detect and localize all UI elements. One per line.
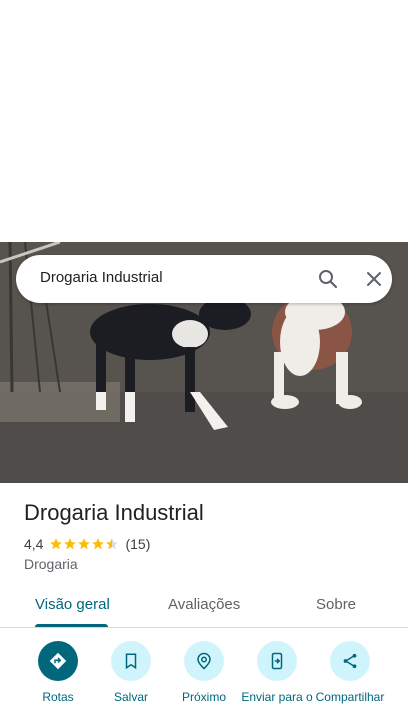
tab-overview[interactable]: Visão geral: [35, 596, 110, 613]
send-to-phone-button[interactable]: Enviar para o: [237, 641, 317, 704]
nearby-label: Próximo: [181, 690, 226, 704]
star-icon: [92, 538, 105, 550]
place-category: Drogaria: [24, 556, 78, 572]
rating-row[interactable]: 4,4 (15): [24, 536, 150, 552]
star-icon: [64, 538, 77, 550]
active-tab-indicator: [35, 624, 108, 627]
nearby-icon: [197, 652, 211, 670]
star-icon: [78, 538, 91, 550]
send-to-phone-label: Enviar para o: [241, 690, 313, 704]
directions-label: Rotas: [42, 690, 74, 704]
directions-icon: [49, 652, 67, 670]
search-icon[interactable]: [316, 267, 340, 291]
search-bar[interactable]: Drogaria Industrial: [16, 255, 392, 303]
half-star-icon: [106, 538, 119, 550]
bookmark-icon: [125, 653, 137, 670]
close-icon[interactable]: [362, 267, 386, 291]
save-label: Salvar: [113, 690, 148, 704]
tab-about[interactable]: Sobre: [316, 596, 356, 613]
rating-stars: [49, 537, 119, 551]
action-row: Rotas Salvar Próximo Enviar para o Compa…: [0, 641, 408, 726]
share-icon: [343, 653, 357, 669]
send-to-phone-icon: [271, 652, 283, 670]
search-input[interactable]: Drogaria Industrial: [40, 269, 163, 286]
review-count: (15): [125, 536, 151, 552]
rating-value: 4,4: [24, 536, 44, 552]
tab-bar: Visão geral Avaliações Sobre: [0, 584, 408, 628]
share-label: Compartilhar: [315, 690, 385, 704]
star-icon: [50, 538, 63, 550]
save-button[interactable]: Salvar: [91, 641, 171, 704]
directions-button[interactable]: Rotas: [18, 641, 98, 704]
share-button[interactable]: Compartilhar: [310, 641, 390, 704]
place-title: Drogaria Industrial: [24, 500, 204, 525]
nearby-button[interactable]: Próximo: [164, 641, 244, 704]
tab-reviews[interactable]: Avaliações: [168, 596, 240, 613]
